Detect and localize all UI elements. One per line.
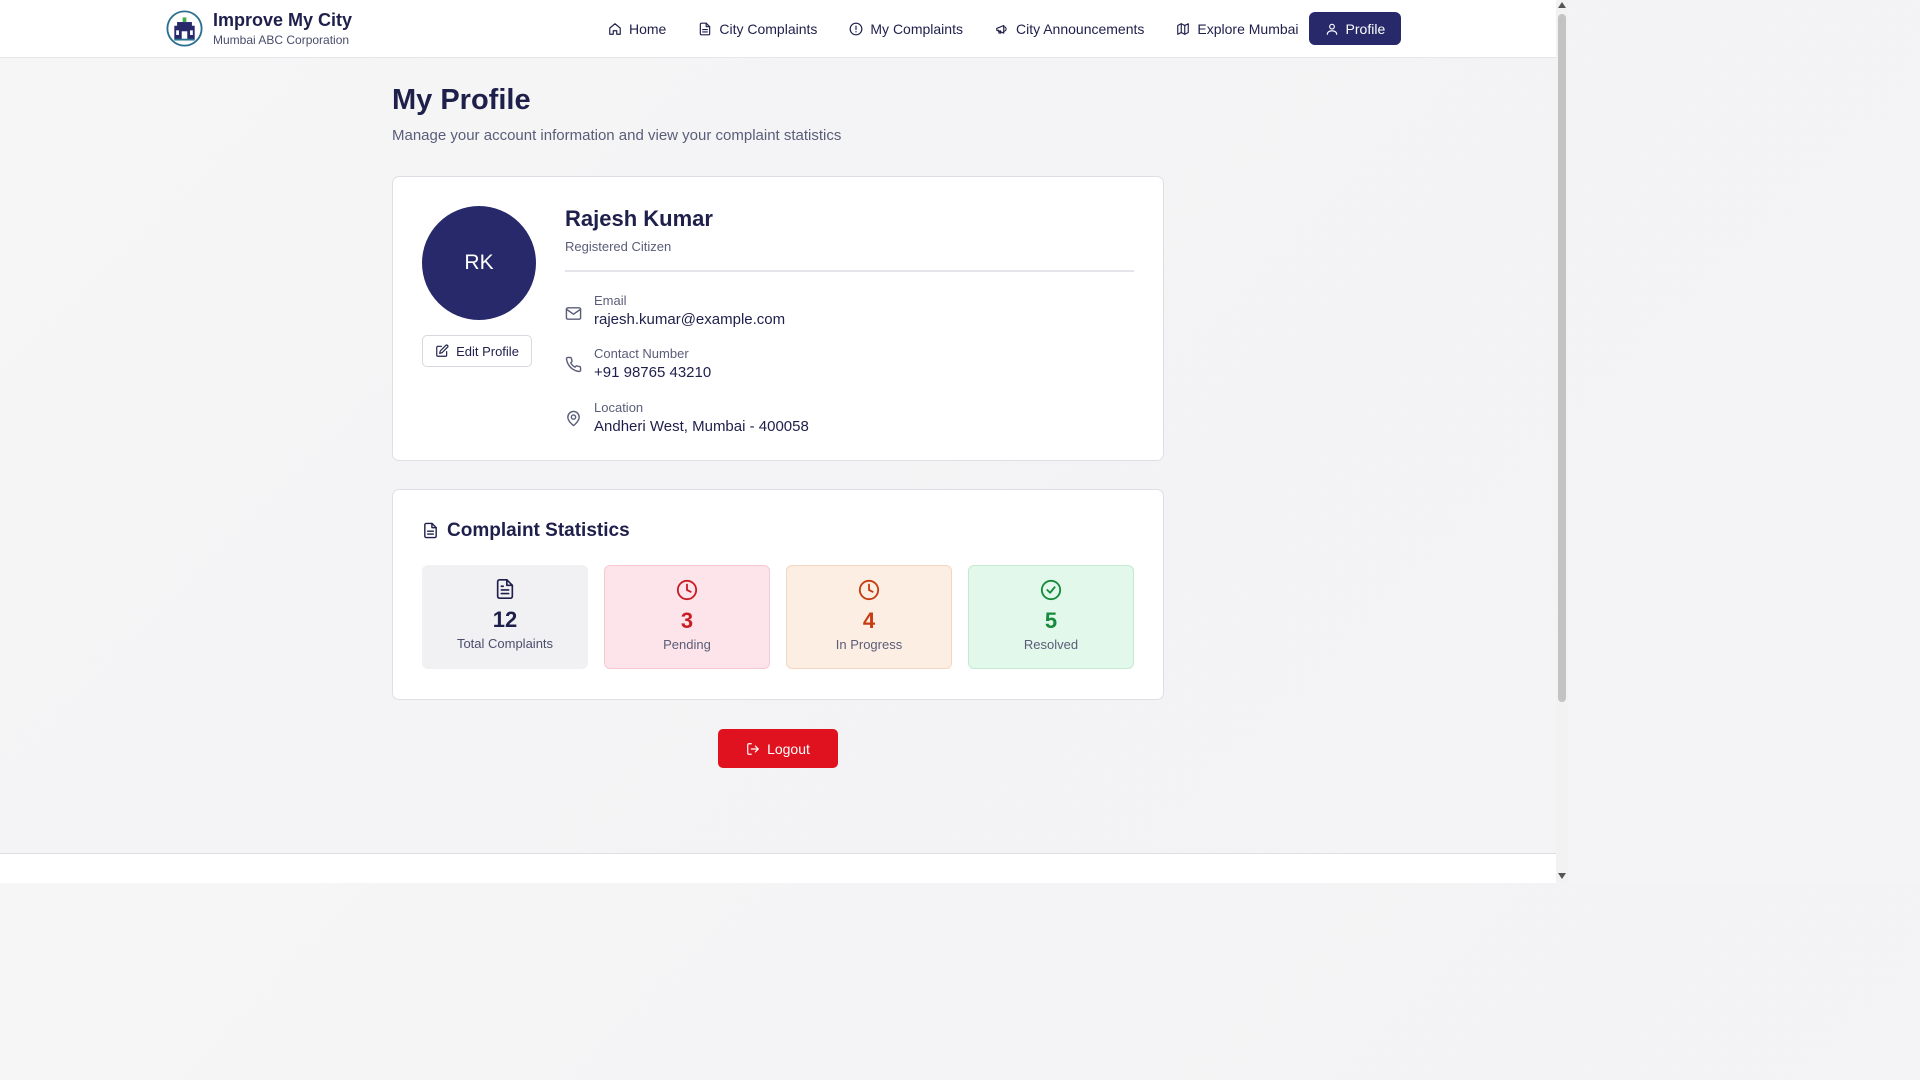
nav-city-announcements-label: City Announcements (1015, 20, 1145, 37)
page-title: My Profile (392, 84, 531, 116)
user-role: Registered Citizen (565, 239, 672, 254)
nav-city-complaints[interactable]: City Complaints (690, 12, 825, 45)
stat-total-complaints: 12 Total Complaints (422, 565, 588, 669)
stat-total-value: 12 (492, 607, 518, 632)
stat-total-label: Total Complaints (456, 636, 554, 651)
nav-city-complaints-label: City Complaints (719, 20, 818, 37)
document-icon (424, 522, 437, 539)
clock-icon (676, 579, 698, 601)
nav-my-complaints[interactable]: My Complaints (841, 12, 971, 45)
scroll-down-arrow-icon[interactable] (1558, 873, 1566, 879)
alert-circle-icon (849, 22, 863, 35)
phone-value: +91 98765 43210 (594, 364, 712, 381)
city-gate-logo-icon[interactable] (166, 10, 203, 47)
user-name: Rajesh Kumar (565, 206, 713, 231)
nav-profile[interactable]: Profile (1308, 12, 1402, 45)
stat-in-progress-value: 4 (862, 608, 876, 633)
clock-icon (858, 579, 880, 601)
edit-icon (436, 344, 449, 357)
location-value: Andheri West, Mumbai - 400058 (594, 418, 809, 435)
nav-home[interactable]: Home (600, 12, 674, 45)
document-icon (700, 22, 711, 35)
nav-explore-mumbai[interactable]: Explore Mumbai (1168, 12, 1306, 45)
nav-profile-label: Profile (1345, 20, 1386, 37)
main-nav: Home City Complaints My Complaints City … (600, 12, 1402, 45)
map-icon (1177, 22, 1190, 35)
stat-pending: 3 Pending (604, 565, 770, 669)
complaint-statistics-card: Complaint Statistics 12 Total Complaints… (392, 489, 1164, 700)
nav-my-complaints-label: My Complaints (870, 20, 963, 37)
megaphone-icon (996, 24, 1007, 34)
logout-button[interactable]: Logout (718, 729, 838, 768)
nav-home-label: Home (629, 20, 667, 37)
top-navbar: Improve My City Mumbai ABC Corporation H… (0, 0, 1556, 58)
stat-resolved: 5 Resolved (968, 565, 1134, 669)
stat-resolved-value: 5 (1044, 608, 1058, 633)
user-icon (1326, 23, 1337, 35)
brand-subtitle: Mumbai ABC Corporation (213, 33, 350, 47)
phone-label: Contact Number (594, 346, 689, 361)
profile-divider (565, 270, 1134, 272)
mail-icon (565, 307, 582, 320)
stat-in-progress: 4 In Progress (786, 565, 952, 669)
edit-profile-button[interactable]: Edit Profile (422, 335, 532, 367)
logout-icon (747, 742, 759, 755)
phone-icon (565, 356, 582, 373)
nav-city-announcements[interactable]: City Announcements (987, 12, 1152, 45)
nav-explore-mumbai-label: Explore Mumbai (1197, 20, 1299, 37)
map-pin-icon (567, 410, 580, 427)
avatar: RK (422, 206, 536, 320)
page-scrollbar[interactable] (1556, 0, 1568, 882)
check-circle-icon (1040, 579, 1062, 601)
footer (0, 853, 1556, 883)
stat-resolved-label: Resolved (1023, 637, 1079, 652)
page-subtitle: Manage your account information and view… (392, 127, 842, 144)
logout-label: Logout (767, 740, 810, 757)
brand-title[interactable]: Improve My City (213, 10, 352, 31)
stat-pending-label: Pending (663, 637, 711, 652)
avatar-initials: RK (464, 251, 494, 274)
location-label: Location (594, 400, 644, 415)
stat-pending-value: 3 (680, 608, 694, 633)
edit-profile-label: Edit Profile (456, 343, 519, 359)
email-value: rajesh.kumar@example.com (594, 311, 786, 328)
profile-card: RK Edit Profile Rajesh Kumar Registered … (392, 176, 1164, 461)
scroll-up-arrow-icon[interactable] (1558, 2, 1566, 8)
scrollbar-thumb[interactable] (1558, 14, 1566, 702)
email-label: Email (594, 293, 627, 308)
home-icon (609, 22, 621, 35)
stat-in-progress-label: In Progress (835, 637, 903, 652)
stats-title: Complaint Statistics (447, 520, 630, 541)
document-icon (496, 579, 514, 599)
